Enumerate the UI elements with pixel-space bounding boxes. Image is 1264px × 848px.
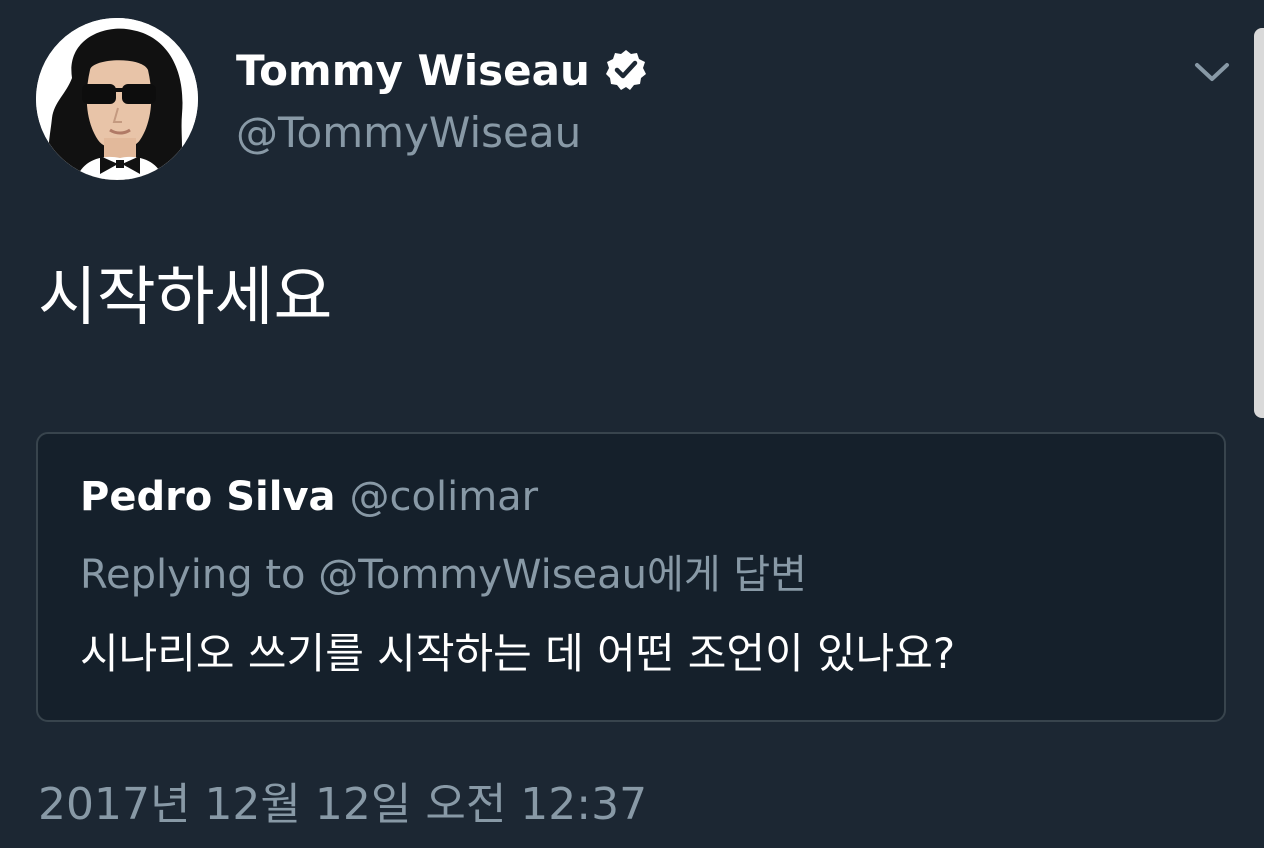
author-handle[interactable]: @TommyWiseau [236,108,581,157]
quoted-tweet-header: Pedro Silva @colimar [80,474,538,520]
tweet-detail: Tommy Wiseau @TommyWiseau 시작하세요 Pedro Si… [0,0,1264,848]
avatar[interactable] [36,18,198,180]
author-display-name[interactable]: Tommy Wiseau [236,46,590,95]
chevron-down-icon [1195,63,1229,81]
scrollbar[interactable] [1254,28,1264,418]
tweet-timestamp: 2017년 12월 12일 오전 12:37 [38,779,648,830]
tweet-menu-button[interactable] [1190,52,1234,92]
quoted-tweet-text: 시나리오 쓰기를 시작하는 데 어떤 조언이 있나요? [80,629,956,678]
quoted-replying-to: Replying to @TommyWiseau에게 답변 [80,552,807,598]
quoted-author-handle: @colimar [349,474,539,520]
quoted-author-name: Pedro Silva [80,474,336,520]
verified-badge-icon [604,48,648,92]
tweet-text: 시작하세요 [38,261,333,335]
quoted-tweet-card[interactable]: Pedro Silva @colimar Replying to @TommyW… [36,432,1226,722]
author-name-row: Tommy Wiseau [236,40,648,100]
avatar-illustration [36,18,198,180]
